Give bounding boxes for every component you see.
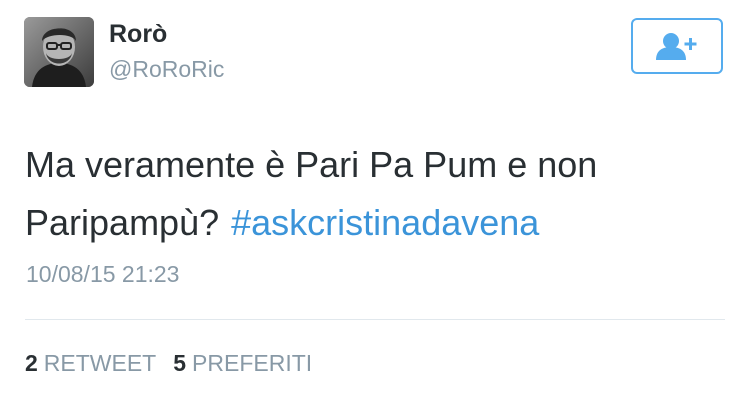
follow-button[interactable] [631, 18, 723, 74]
tweet-timestamp[interactable]: 10/08/15 21:23 [26, 261, 179, 288]
tweet-text-line1: Ma veramente è Pari Pa Pum e non [25, 144, 598, 185]
favorite-count: 5 [173, 350, 187, 376]
tweet-detail: Rorò @RoRoRic Ma veramente è Pari Pa Pum… [0, 0, 750, 404]
divider [25, 319, 725, 320]
author-handle[interactable]: @RoRoRic [109, 56, 224, 83]
retweet-count: 2 [25, 350, 38, 376]
author-name[interactable]: Rorò [109, 20, 167, 49]
add-user-icon [656, 33, 697, 60]
profile-photo [24, 17, 94, 87]
hashtag-link[interactable]: #askcristinadavena [231, 202, 539, 243]
favorite-label: PREFERITI [192, 350, 313, 376]
retweet-label: RETWEET [43, 350, 157, 376]
favorite-stat[interactable]: 5 PREFERITI [173, 350, 312, 377]
tweet-stats: 2 RETWEET 5 PREFERITI [25, 350, 312, 377]
avatar[interactable] [24, 17, 94, 87]
tweet-text: Ma veramente è Pari Pa Pum e non Paripam… [25, 136, 715, 252]
tweet-text-line2: Paripampù? [25, 202, 220, 243]
retweet-stat[interactable]: 2 RETWEET [25, 350, 156, 377]
